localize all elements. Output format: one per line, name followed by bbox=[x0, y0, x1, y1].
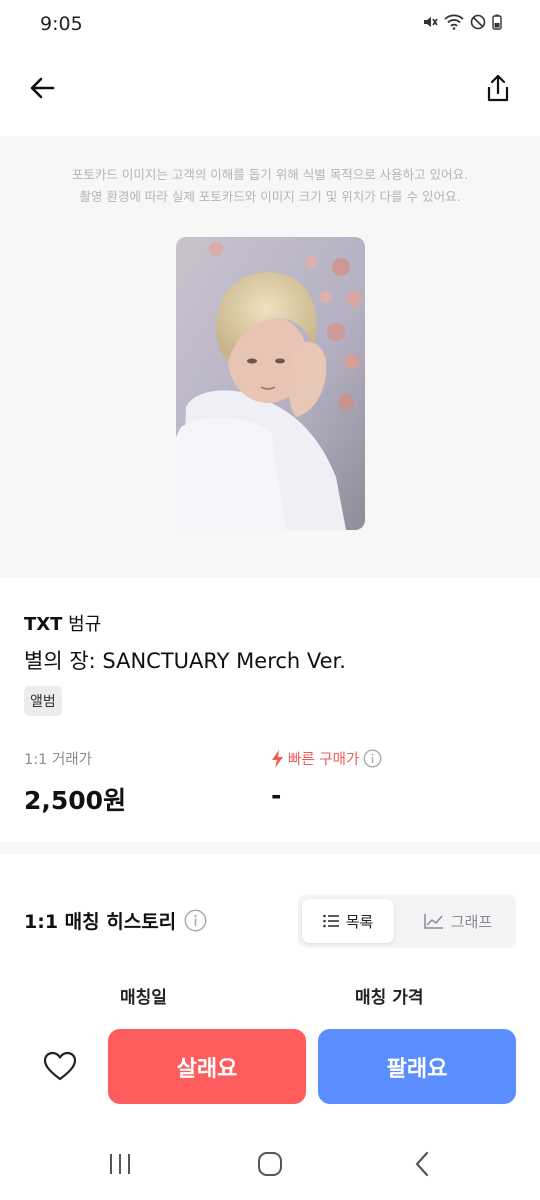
photocard-image-area: 포토카드 이미지는 고객의 이해를 돕기 위해 식별 목적으로 사용하고 있어요… bbox=[0, 136, 540, 578]
trade-price: 1:1 거래가 2,500원 bbox=[24, 748, 126, 817]
column-matching-price: 매칭 가격 bbox=[355, 988, 424, 1008]
home-icon bbox=[258, 1152, 282, 1176]
history-info-icon[interactable] bbox=[184, 909, 207, 932]
share-icon bbox=[487, 74, 509, 102]
history-title-row: 1:1 매칭 히스토리 bbox=[24, 907, 207, 934]
column-matching-date: 매칭일 bbox=[120, 988, 167, 1008]
wishlist-button[interactable] bbox=[38, 1044, 82, 1088]
heart-icon bbox=[43, 1051, 77, 1081]
fast-price: 빠른 구매가 - bbox=[271, 748, 382, 810]
fast-price-value: - bbox=[271, 781, 282, 810]
list-icon bbox=[322, 914, 339, 928]
share-button[interactable] bbox=[478, 68, 518, 108]
recent-apps-icon bbox=[110, 1154, 130, 1174]
trade-price-value: 2,500원 bbox=[24, 786, 127, 815]
buy-button[interactable]: 살래요 bbox=[108, 1029, 306, 1104]
info-icon[interactable] bbox=[363, 749, 382, 768]
photocard-picture bbox=[176, 237, 365, 530]
chevron-left-icon bbox=[415, 1151, 429, 1177]
artist-group[interactable]: TXT bbox=[24, 614, 62, 635]
product-title: 별의 장: SANCTUARY Merch Ver. bbox=[24, 649, 346, 673]
status-bar: 9:05 bbox=[0, 0, 540, 50]
trade-price-label: 1:1 거래가 bbox=[24, 752, 92, 768]
mute-icon bbox=[424, 17, 438, 27]
battery-icon bbox=[492, 14, 502, 30]
top-bar bbox=[0, 50, 540, 130]
bottom-action-bar: 살래요 팔래요 bbox=[0, 1024, 540, 1108]
artist-line: TXT 범규 bbox=[24, 610, 524, 636]
category-tag: 앨범 bbox=[24, 686, 62, 716]
back-button[interactable] bbox=[22, 68, 62, 108]
status-time: 9:05 bbox=[40, 13, 83, 35]
do-not-disturb-icon bbox=[470, 14, 486, 30]
artist-member[interactable]: 범규 bbox=[68, 614, 101, 635]
fast-price-label: 빠른 구매가 bbox=[288, 752, 360, 768]
wifi-icon bbox=[444, 14, 464, 30]
recent-apps-button[interactable] bbox=[100, 1148, 140, 1180]
fast-price-label-row: 빠른 구매가 bbox=[271, 748, 382, 769]
line-chart-icon bbox=[424, 914, 443, 929]
system-back-button[interactable] bbox=[402, 1148, 442, 1180]
section-divider bbox=[0, 842, 540, 854]
status-icons bbox=[422, 14, 502, 30]
notice-line-2: 촬영 환경에 따라 실제 포토카드와 이미지 크기 및 위치가 다를 수 있어요… bbox=[79, 189, 461, 204]
history-title: 1:1 매칭 히스토리 bbox=[24, 911, 177, 933]
system-nav-bar bbox=[0, 1130, 540, 1200]
tab-graph-label: 그래프 bbox=[450, 912, 493, 931]
tab-graph[interactable]: 그래프 bbox=[408, 899, 508, 943]
lightning-icon bbox=[272, 749, 283, 768]
notice-line-1: 포토카드 이미지는 고객의 이해를 돕기 위해 식별 목적으로 사용하고 있어요… bbox=[71, 167, 469, 182]
home-button[interactable] bbox=[250, 1148, 290, 1180]
sell-button[interactable]: 팔래요 bbox=[318, 1029, 516, 1104]
arrow-left-icon bbox=[30, 77, 55, 99]
photocard-image[interactable] bbox=[176, 237, 365, 530]
tab-list-label: 목록 bbox=[345, 912, 374, 931]
product-info: TXT 범규 별의 장: SANCTUARY Merch Ver. 앨범 1:1… bbox=[24, 610, 524, 815]
image-notice: 포토카드 이미지는 고객의 이해를 돕기 위해 식별 목적으로 사용하고 있어요… bbox=[0, 164, 540, 208]
tab-list[interactable]: 목록 bbox=[302, 899, 394, 943]
view-toggle: 목록 그래프 bbox=[298, 894, 516, 948]
